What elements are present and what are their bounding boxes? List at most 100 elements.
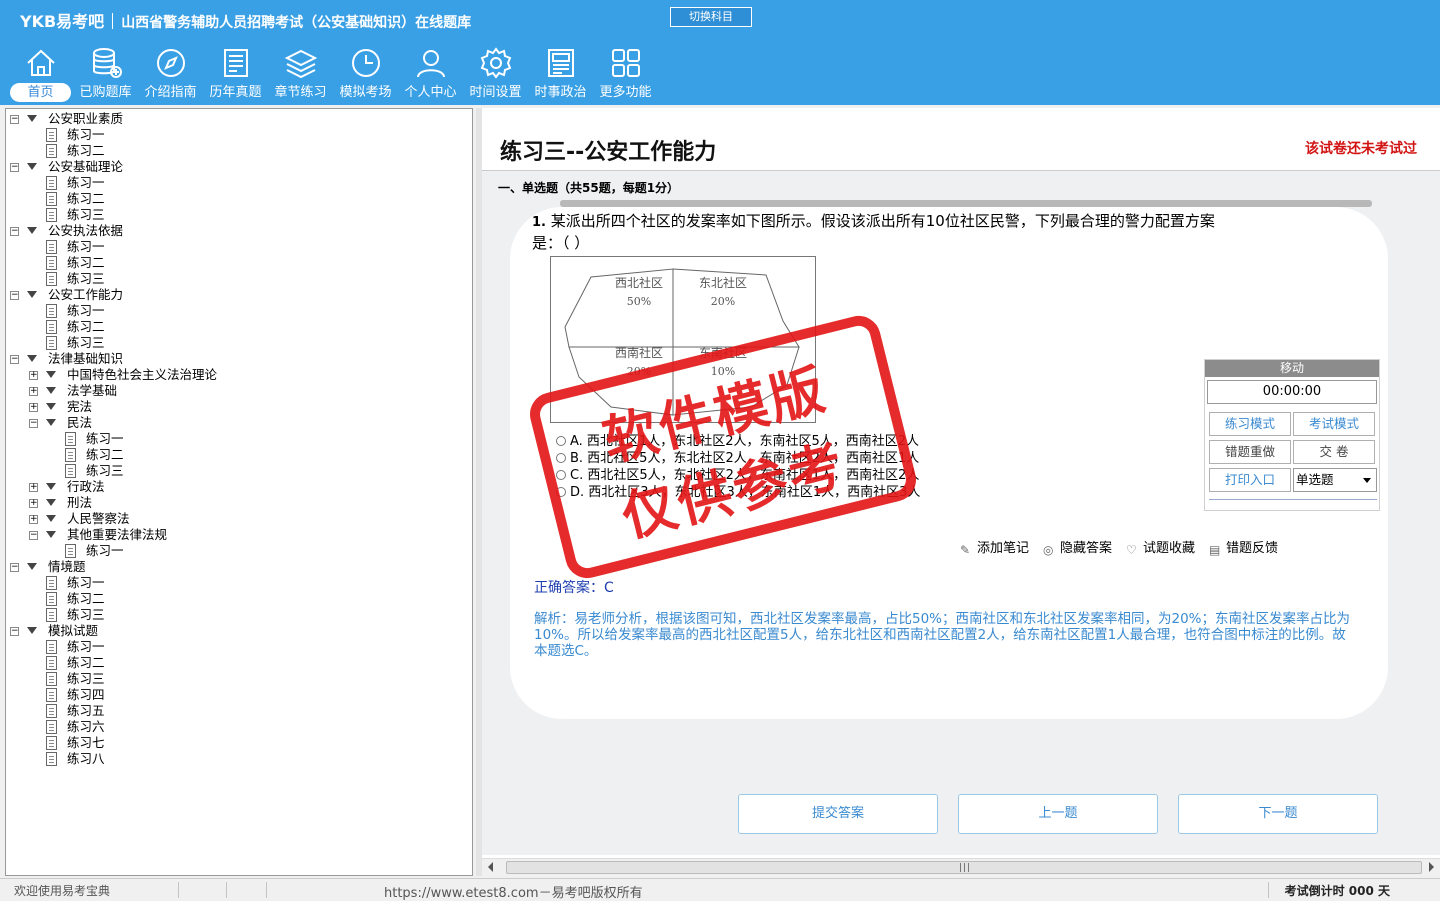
print-button[interactable]: 打印入口 bbox=[1209, 468, 1291, 492]
submit-paper-button[interactable]: 交 卷 bbox=[1293, 440, 1375, 464]
scroll-right-icon[interactable] bbox=[1429, 862, 1434, 872]
folder-icon bbox=[46, 515, 56, 522]
exam-mode-button[interactable]: 考试模式 bbox=[1293, 412, 1375, 436]
action-label: 错题反馈 bbox=[1226, 541, 1279, 556]
tree-node[interactable]: − 其他重要法律法规 bbox=[6, 527, 472, 543]
expand-icon[interactable]: + bbox=[29, 387, 38, 396]
toolbar-personal-center[interactable]: 个人中心 bbox=[398, 46, 463, 102]
add-note-button[interactable]: ✎ 添加笔记 bbox=[960, 537, 1029, 556]
tree-leaf[interactable]: 练习一 bbox=[6, 303, 472, 319]
tree-leaf[interactable]: 练习二 bbox=[6, 655, 472, 671]
tree-leaf[interactable]: 练习一 bbox=[6, 175, 472, 191]
tree-leaf[interactable]: 练习三 bbox=[6, 335, 472, 351]
toolbar-more-features[interactable]: 更多功能 bbox=[593, 46, 658, 102]
collapse-icon[interactable]: − bbox=[29, 419, 38, 428]
tree-node[interactable]: − 法律基础知识 bbox=[6, 351, 472, 367]
tree-label: 模拟试题 bbox=[48, 623, 99, 638]
toolbar-chapter-practice[interactable]: 章节练习 bbox=[268, 46, 333, 102]
collapse-icon[interactable]: − bbox=[29, 531, 38, 540]
tree-node[interactable]: − 模拟试题 bbox=[6, 623, 472, 639]
tree-leaf[interactable]: 练习五 bbox=[6, 703, 472, 719]
tree-leaf[interactable]: 练习二 bbox=[6, 319, 472, 335]
toolbar-past-exams[interactable]: 历年真题 bbox=[203, 46, 268, 102]
tree-node[interactable]: + 行政法 bbox=[6, 479, 472, 495]
tree-node[interactable]: − 公安执法依据 bbox=[6, 223, 472, 239]
toolbar-home[interactable]: 首页 bbox=[8, 46, 73, 102]
collapse-icon[interactable]: − bbox=[10, 163, 19, 172]
tree-leaf[interactable]: 练习一 bbox=[6, 431, 472, 447]
expand-icon[interactable]: + bbox=[29, 371, 38, 380]
question-actions: ✎ 添加笔记 ◎ 隐藏答案 ♡ 试题收藏 ▤ 错题反馈 bbox=[960, 537, 1278, 556]
document-icon bbox=[46, 256, 57, 270]
toolbar-mock-exam[interactable]: 模拟考场 bbox=[333, 46, 398, 102]
feedback-button[interactable]: ▤ 错题反馈 bbox=[1209, 537, 1278, 556]
tree-node[interactable]: − 民法 bbox=[6, 415, 472, 431]
toolbar-guide[interactable]: 介绍指南 bbox=[138, 46, 203, 102]
tree-leaf[interactable]: 练习三 bbox=[6, 207, 472, 223]
collapse-icon[interactable]: − bbox=[10, 563, 19, 572]
practice-mode-button[interactable]: 练习模式 bbox=[1209, 412, 1291, 436]
timer-move-handle[interactable]: 移动 bbox=[1205, 360, 1379, 377]
tree-leaf[interactable]: 练习一 bbox=[6, 543, 472, 559]
timer-scrollbar[interactable] bbox=[1209, 499, 1377, 504]
tree-node[interactable]: − 情境题 bbox=[6, 559, 472, 575]
tree-leaf[interactable]: 练习一 bbox=[6, 575, 472, 591]
submit-answer-button[interactable]: 提交答案 bbox=[738, 794, 938, 834]
collapse-icon[interactable]: − bbox=[10, 291, 19, 300]
tree-node[interactable]: + 人民警察法 bbox=[6, 511, 472, 527]
next-question-button[interactable]: 下一题 bbox=[1178, 794, 1378, 834]
toolbar-purchased[interactable]: 已购题库 bbox=[73, 46, 138, 102]
toolbar-time-settings[interactable]: 时间设置 bbox=[463, 46, 528, 102]
tree-node[interactable]: + 中国特色社会主义法治理论 bbox=[6, 367, 472, 383]
question-type-select[interactable]: 单选题 bbox=[1293, 468, 1377, 492]
prev-question-button[interactable]: 上一题 bbox=[958, 794, 1158, 834]
tree-leaf[interactable]: 练习一 bbox=[6, 239, 472, 255]
expand-icon[interactable]: + bbox=[29, 483, 38, 492]
tree-leaf[interactable]: 练习二 bbox=[6, 191, 472, 207]
tree-leaf[interactable]: 练习三 bbox=[6, 463, 472, 479]
tree-leaf[interactable]: 练习四 bbox=[6, 687, 472, 703]
tree-node[interactable]: + 刑法 bbox=[6, 495, 472, 511]
figure-label-ne: 东北社区 bbox=[699, 275, 747, 290]
collapse-icon[interactable]: − bbox=[10, 355, 19, 364]
scroll-left-icon[interactable] bbox=[488, 862, 493, 872]
expand-icon[interactable]: + bbox=[29, 515, 38, 524]
tree-label: 公安基础理论 bbox=[48, 159, 124, 174]
hide-answer-button[interactable]: ◎ 隐藏答案 bbox=[1043, 537, 1112, 556]
horizontal-scrollbar[interactable]: ||| bbox=[482, 858, 1440, 876]
tree-leaf[interactable]: 练习二 bbox=[6, 447, 472, 463]
redo-wrong-button[interactable]: 错题重做 bbox=[1209, 440, 1291, 464]
tree-leaf[interactable]: 练习二 bbox=[6, 255, 472, 271]
tree-leaf[interactable]: 练习三 bbox=[6, 271, 472, 287]
tree-node[interactable]: − 公安基础理论 bbox=[6, 159, 472, 175]
collapse-icon[interactable]: − bbox=[10, 227, 19, 236]
tree-leaf[interactable]: 练习六 bbox=[6, 719, 472, 735]
tree-label: 练习二 bbox=[67, 319, 105, 334]
tree-leaf[interactable]: 练习二 bbox=[6, 591, 472, 607]
brand: YKB易考吧 山西省警务辅助人员招聘考试（公安基础知识）在线题库 bbox=[20, 8, 471, 32]
tree-label: 中国特色社会主义法治理论 bbox=[67, 367, 218, 382]
collapse-icon[interactable]: − bbox=[10, 627, 19, 636]
tree-leaf[interactable]: 练习一 bbox=[6, 639, 472, 655]
tree-leaf[interactable]: 练习三 bbox=[6, 607, 472, 623]
tree-leaf[interactable]: 练习八 bbox=[6, 751, 472, 767]
tree-label: 人民警察法 bbox=[67, 511, 130, 526]
tree-node[interactable]: − 公安职业素质 bbox=[6, 111, 472, 127]
expand-icon[interactable]: + bbox=[29, 499, 38, 508]
tree-leaf[interactable]: 练习七 bbox=[6, 735, 472, 751]
collapse-icon[interactable]: − bbox=[10, 115, 19, 124]
tree-label: 练习六 bbox=[67, 719, 105, 734]
tree-leaf[interactable]: 练习三 bbox=[6, 671, 472, 687]
tree-leaf[interactable]: 练习二 bbox=[6, 143, 472, 159]
tree-node[interactable]: − 公安工作能力 bbox=[6, 287, 472, 303]
switch-subject-button[interactable]: 切换科目 bbox=[670, 7, 752, 27]
toolbar-current-affairs[interactable]: 时事政治 bbox=[528, 46, 593, 102]
document-icon bbox=[46, 128, 57, 142]
favorite-button[interactable]: ♡ 试题收藏 bbox=[1126, 537, 1195, 556]
tree-leaf[interactable]: 练习一 bbox=[6, 127, 472, 143]
expand-icon[interactable]: + bbox=[29, 403, 38, 412]
scrollbar-thumb[interactable]: ||| bbox=[506, 861, 1422, 874]
folder-icon bbox=[27, 115, 37, 122]
tree-node[interactable]: + 法学基础 bbox=[6, 383, 472, 399]
tree-node[interactable]: + 宪法 bbox=[6, 399, 472, 415]
